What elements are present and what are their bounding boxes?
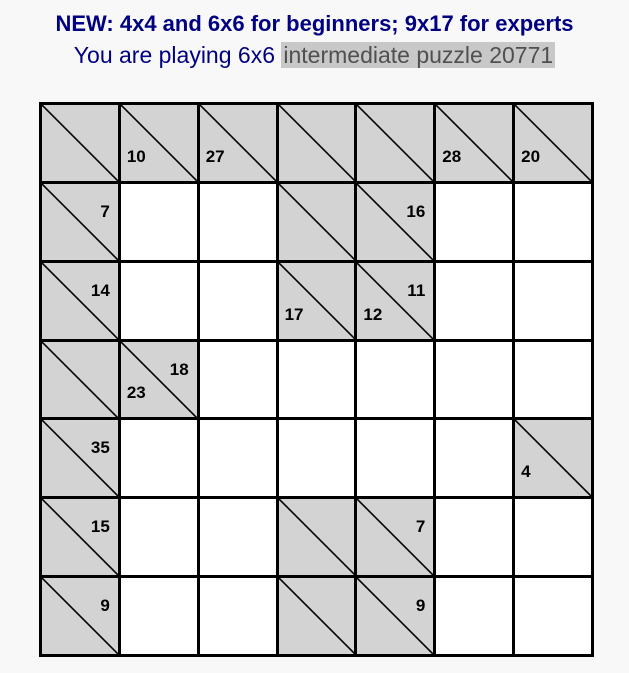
entry-cell[interactable] (436, 341, 513, 418)
across-clue-value: 7 (100, 201, 110, 221)
clue-cell: 18 23 (120, 341, 197, 418)
entry-cell[interactable] (199, 578, 276, 654)
across-clue-value: 9 (100, 596, 110, 616)
clue-cell (42, 341, 118, 418)
clue-cell (278, 499, 355, 576)
clue-cell (42, 105, 118, 181)
down-clue-value: 12 (363, 304, 383, 324)
entry-cell[interactable] (278, 420, 355, 497)
clue-cell: 9 (42, 578, 118, 654)
clue-diagonal (279, 499, 355, 575)
entry-cell[interactable] (199, 341, 276, 418)
clue-diagonal (42, 105, 118, 181)
entry-cell[interactable] (515, 262, 591, 339)
entry-cell[interactable] (120, 262, 197, 339)
clue-cell: 20 (515, 105, 591, 181)
down-clue-value: 20 (521, 146, 541, 166)
clue-diagonal (515, 420, 591, 496)
clue-cell: 7 (357, 499, 434, 576)
across-clue-value: 9 (415, 596, 426, 616)
clue-cell (278, 183, 355, 260)
clue-cell: 28 (436, 105, 513, 181)
across-clue-value: 15 (90, 517, 110, 537)
clue-cell: 27 (199, 105, 276, 181)
entry-cell[interactable] (515, 183, 591, 260)
entry-cell[interactable] (199, 262, 276, 339)
entry-cell[interactable] (199, 183, 276, 260)
clue-diagonal (436, 105, 512, 181)
clue-diagonal (515, 105, 591, 181)
kakuro-board: 10 27 28 20 7 16 14 17 11 12 18 23 35 4 15 7 9 9 (39, 102, 594, 657)
entry-cell[interactable] (199, 420, 276, 497)
entry-cell[interactable] (120, 183, 197, 260)
down-clue-value: 28 (442, 146, 462, 166)
promo-banner[interactable]: NEW: 4x4 and 6x6 for beginners; 9x17 for… (0, 10, 629, 38)
puzzle-status-line: You are playing 6x6 intermediate puzzle … (0, 40, 629, 70)
entry-cell[interactable] (436, 183, 513, 260)
entry-cell[interactable] (436, 578, 513, 654)
puzzle-id-label[interactable]: intermediate puzzle 20771 (281, 42, 556, 68)
entry-cell[interactable] (515, 499, 591, 576)
down-clue-value: 23 (126, 383, 146, 403)
clue-cell: 10 (120, 105, 197, 181)
entry-cell[interactable] (120, 578, 197, 654)
entry-cell[interactable] (278, 341, 355, 418)
clue-cell: 14 (42, 262, 118, 339)
entry-cell[interactable] (120, 420, 197, 497)
clue-cell: 11 12 (357, 262, 434, 339)
entry-cell[interactable] (436, 262, 513, 339)
clue-cell (278, 105, 355, 181)
down-clue-value: 27 (205, 146, 225, 166)
entry-cell[interactable] (199, 499, 276, 576)
clue-cell (278, 578, 355, 654)
clue-diagonal (357, 105, 433, 181)
entry-cell[interactable] (357, 420, 434, 497)
clue-diagonal (121, 105, 197, 181)
clue-diagonal (200, 105, 276, 181)
clue-cell: 7 (42, 183, 118, 260)
down-clue-value: 10 (126, 146, 146, 166)
across-clue-value: 14 (90, 280, 110, 300)
clue-cell: 15 (42, 499, 118, 576)
down-clue-value: 4 (521, 462, 531, 482)
clue-cell: 4 (515, 420, 591, 497)
entry-cell[interactable] (120, 499, 197, 576)
entry-cell[interactable] (436, 499, 513, 576)
across-clue-value: 35 (90, 438, 110, 458)
across-clue-value: 16 (406, 201, 426, 221)
puzzle-status-prefix: You are playing 6x6 (73, 42, 282, 68)
clue-diagonal (42, 342, 118, 418)
clue-cell: 17 (278, 262, 355, 339)
entry-cell[interactable] (515, 578, 591, 654)
across-clue-value: 18 (169, 359, 189, 379)
clue-cell (357, 105, 434, 181)
down-clue-value: 17 (284, 304, 304, 324)
entry-cell[interactable] (515, 341, 591, 418)
entry-cell[interactable] (436, 420, 513, 497)
across-clue-value: 7 (415, 517, 426, 537)
clue-diagonal (279, 184, 355, 260)
across-clue-value: 11 (407, 280, 426, 300)
entry-cell[interactable] (357, 341, 434, 418)
clue-cell: 35 (42, 420, 118, 497)
clue-diagonal (279, 105, 355, 181)
clue-diagonal (279, 263, 355, 339)
clue-cell: 16 (357, 183, 434, 260)
clue-diagonal (279, 578, 355, 654)
clue-cell: 9 (357, 578, 434, 654)
